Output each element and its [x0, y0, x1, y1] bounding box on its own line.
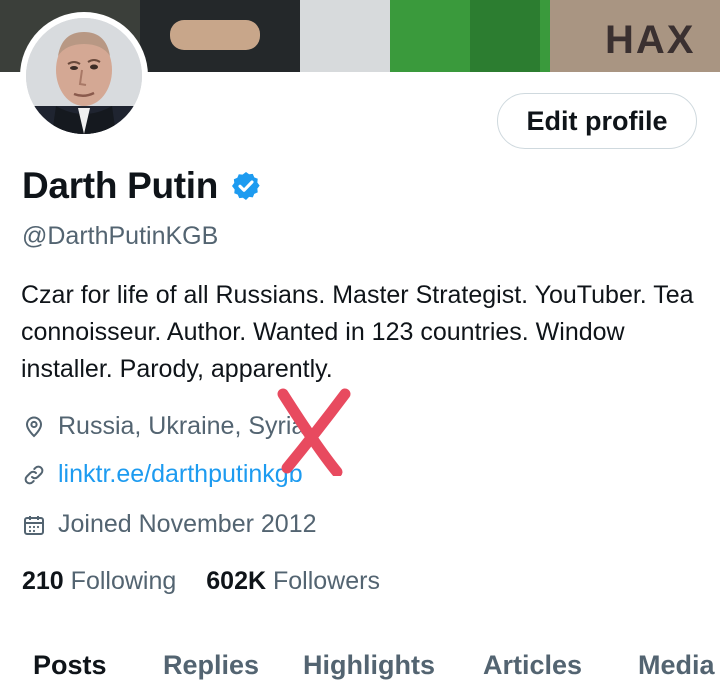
link-icon [24, 465, 44, 484]
profile-joined: Joined November 2012 [22, 510, 317, 539]
edit-profile-button[interactable]: Edit profile [497, 93, 697, 149]
profile-name: Darth Putin [22, 165, 219, 206]
profile-bio: Czar for life of all Russians. Master St… [21, 281, 694, 383]
profile-handle: @DarthPutinKGB [22, 222, 219, 250]
tab-replies[interactable]: Replies [163, 650, 259, 681]
profile-link: linktr.ee/darthputinkgb [22, 460, 303, 489]
red-x-scribble [277, 388, 351, 476]
location-pin-icon [25, 416, 43, 437]
location-text: Russia, Ukraine, Syria [58, 412, 306, 440]
following-label: Following [70, 567, 177, 595]
followers-count: 602K [206, 567, 267, 595]
joined-text: Joined November 2012 [58, 510, 317, 538]
avatar-photo [26, 18, 142, 134]
avatar[interactable] [20, 12, 148, 140]
profile-location: Russia, Ukraine, Syria [22, 412, 305, 441]
followers-link[interactable]: 602K Followers [206, 567, 380, 596]
profile-name-row: Darth Putin [22, 165, 262, 207]
following-link[interactable]: 210 Following [22, 567, 176, 596]
tab-highlights[interactable]: Highlights [303, 650, 435, 681]
tab-articles[interactable]: Articles [483, 650, 582, 681]
tab-posts[interactable]: Posts [33, 650, 107, 681]
calendar-icon [24, 515, 44, 535]
profile-website-link[interactable]: linktr.ee/darthputinkgb [58, 460, 303, 489]
following-count: 210 [22, 567, 64, 595]
profile-tabs: Posts Replies Highlights Articles Media [0, 645, 720, 685]
followers-label: Followers [273, 567, 380, 595]
banner-sign-text: НАХ [605, 18, 696, 62]
verified-badge-icon[interactable] [230, 170, 262, 202]
tab-media[interactable]: Media [638, 650, 715, 681]
follow-stats: 210 Following 602K Followers [22, 567, 380, 596]
